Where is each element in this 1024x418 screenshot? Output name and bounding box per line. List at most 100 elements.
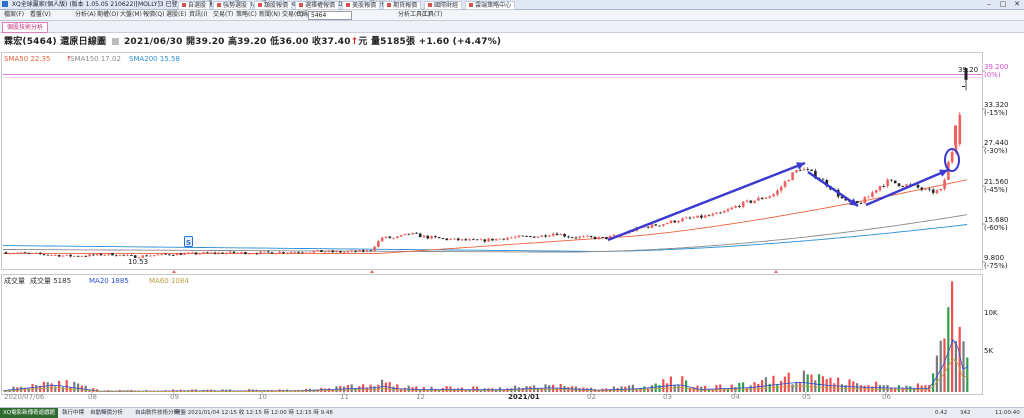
candle-down [122, 254, 126, 256]
volume-bar [445, 386, 448, 392]
candle-up [730, 207, 734, 210]
candle-up [696, 215, 699, 218]
volume-bar [878, 385, 881, 392]
candle-down [418, 233, 422, 238]
candle-up [494, 238, 498, 241]
candle-up [35, 252, 38, 254]
volume-bar [882, 385, 885, 392]
period-low-label: 10.53 [128, 258, 148, 266]
volume-bar [951, 281, 954, 392]
candle-down [92, 254, 95, 256]
candle-up [422, 235, 426, 238]
candle-up [506, 237, 509, 240]
candle-down [738, 206, 741, 207]
volume-tick-label: 5K [984, 347, 993, 355]
volume-bar [669, 376, 672, 392]
candle-up [783, 181, 787, 187]
candle-down [415, 232, 418, 234]
candle-up [745, 200, 749, 202]
volume-bar [77, 383, 80, 392]
volume-bar [795, 381, 798, 392]
candle-up [335, 251, 338, 252]
volume-bar [787, 372, 790, 392]
ma60-legend: MA60 1084 [149, 277, 189, 285]
candle-down [164, 253, 167, 255]
candle-up [411, 232, 414, 235]
volume-bar [635, 388, 638, 392]
candle-down [282, 252, 285, 254]
candle-down [114, 255, 118, 257]
candle-down [434, 236, 437, 238]
candle-up [202, 252, 205, 254]
price-tick-label: 15.680 [984, 216, 1009, 224]
candle-up [285, 252, 289, 254]
candle-down [111, 253, 114, 256]
candle-down [707, 215, 711, 217]
candle-up [126, 255, 129, 256]
sma200-line [2, 224, 968, 252]
candle-down [798, 170, 802, 171]
candle-up [517, 235, 521, 237]
volume-bar [639, 388, 642, 392]
price-volume-chart[interactable]: SMA50 22.35 ↑SMA150 17.02 SMA200 15.58成交量成… [0, 0, 1024, 417]
candle-down [901, 186, 905, 187]
candle-up [198, 253, 202, 255]
candle-up [768, 196, 772, 198]
candle-up [650, 224, 654, 228]
period-high-label: 39.20 [958, 66, 978, 74]
candle-up [722, 211, 726, 213]
candle-up [316, 250, 319, 252]
volume-bar [396, 384, 399, 392]
candle-up [107, 253, 110, 255]
candle-up [50, 255, 53, 256]
volume-bar [350, 384, 353, 392]
candle-down [593, 237, 597, 239]
candle-down [567, 236, 570, 238]
candle-up [323, 251, 327, 253]
volume-bar [666, 383, 669, 392]
volume-bar [791, 384, 794, 392]
volume-bar [829, 377, 832, 392]
candle-up [874, 190, 878, 193]
volume-bar [954, 341, 957, 392]
candle-down [171, 255, 175, 256]
candle-down [525, 236, 528, 237]
candle-up [236, 252, 240, 254]
volume-bar [73, 381, 76, 392]
candle-up [548, 235, 551, 237]
candle-up [365, 250, 369, 252]
candle-down [232, 251, 236, 253]
volume-bar [916, 383, 919, 392]
candle-up [12, 253, 15, 255]
candle-down [491, 238, 494, 241]
candle-down [544, 235, 547, 237]
volume-bar [483, 388, 486, 392]
volume-bar [555, 388, 558, 392]
volume-pane-title: 成交量 [4, 276, 25, 285]
volume-bar [799, 381, 802, 392]
volume-bar [867, 385, 870, 392]
candle-up [217, 252, 221, 254]
price-tick-label: 9.800 [984, 254, 1004, 262]
x-axis-label: 06 [882, 393, 891, 401]
candle-down [555, 233, 559, 236]
candle-up [703, 215, 707, 218]
candle-up [726, 209, 730, 212]
price-tick-pct: (-30%) [984, 147, 1008, 155]
candle-up [460, 239, 464, 241]
volume-bar [677, 385, 680, 392]
candle-down [749, 200, 753, 203]
volume-bar [913, 388, 916, 392]
candle-down [407, 233, 411, 235]
sma150-legend: SMA150 17.02 [70, 55, 121, 63]
candle-down [99, 253, 103, 256]
volume-bar [776, 384, 779, 392]
volume-bar [20, 386, 23, 392]
volume-bar [384, 382, 387, 392]
sma200-legend: SMA200 15.58 [129, 55, 180, 63]
volume-bar [69, 387, 72, 392]
candle-down [320, 250, 323, 252]
candle-up [209, 252, 213, 254]
trend-arrow-2 [807, 171, 859, 207]
volume-bar [540, 388, 543, 392]
